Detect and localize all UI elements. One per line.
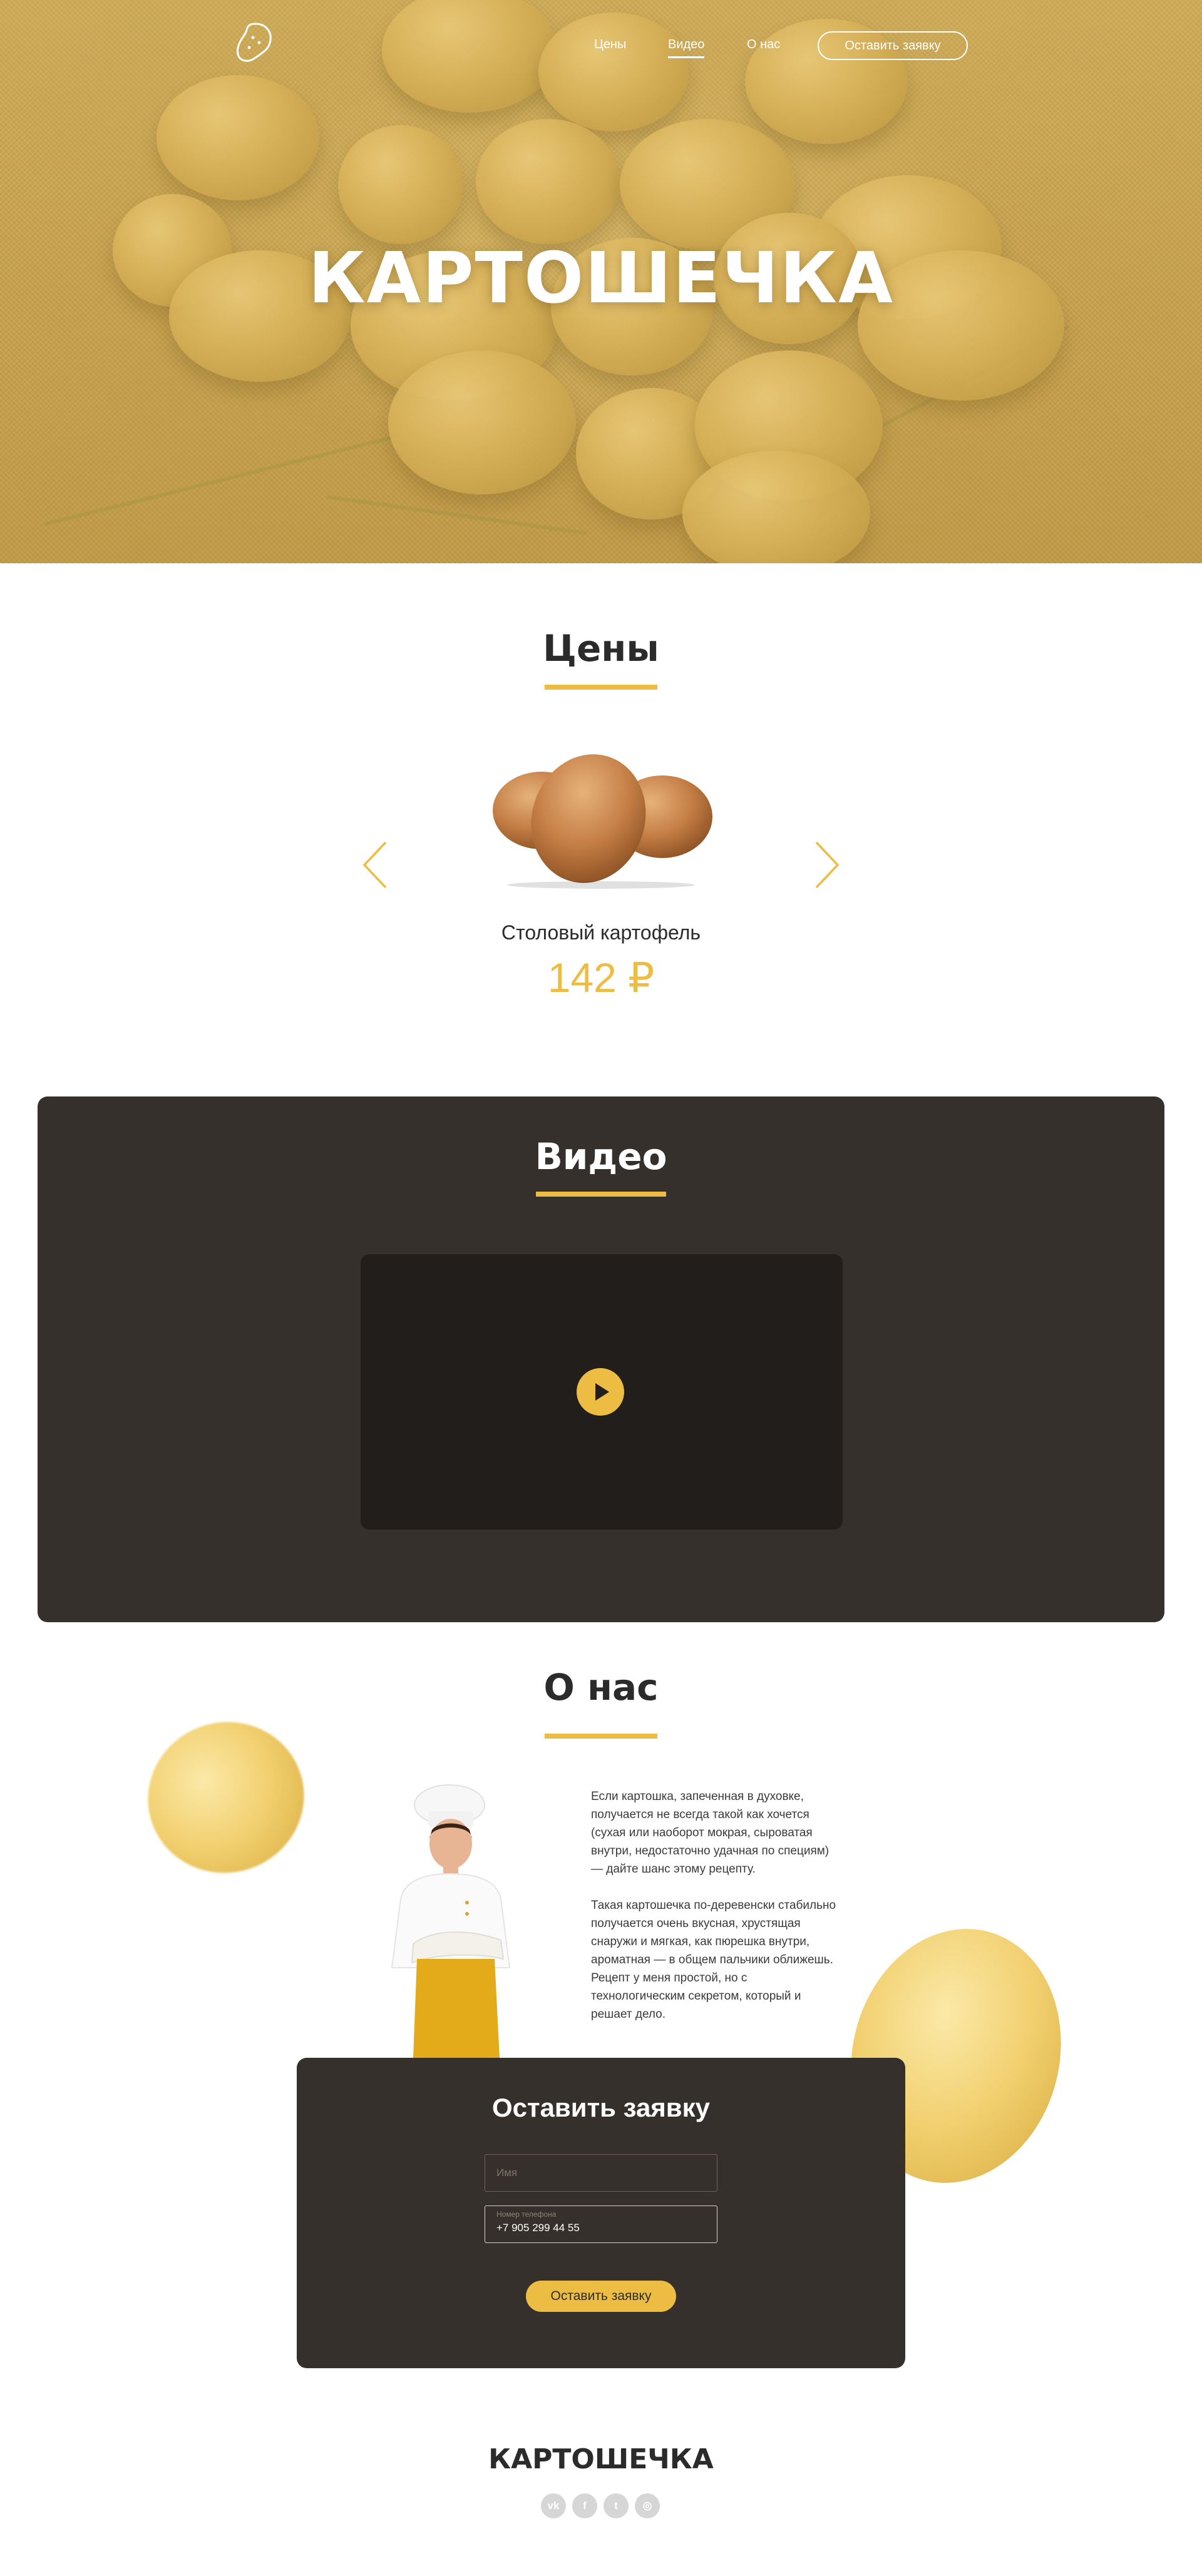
submit-request-button[interactable]: Оставить заявку (526, 2281, 676, 2312)
video-section: Видео (38, 1096, 1164, 1622)
nav-link-video[interactable]: Видео (668, 38, 705, 58)
instagram-icon-glyph: ◎ (642, 2500, 652, 2512)
product-name: Столовый картофель (501, 921, 701, 944)
name-input[interactable] (496, 2155, 709, 2191)
video-title-underline (536, 1192, 666, 1197)
product-price: 142 ₽ (547, 954, 655, 1001)
name-field[interactable] (485, 2154, 717, 2192)
about-title: О нас (543, 1666, 659, 1709)
hero-section: Цены Видео О нас Оставить заявку КАРТОШЕ… (0, 0, 1202, 563)
request-form-card: Оставить заявку Номер телефона Оставить … (297, 2058, 905, 2368)
play-icon[interactable] (577, 1368, 624, 1416)
vk-icon[interactable]: vk (541, 2493, 566, 2518)
main-nav: Цены Видео О нас Оставить заявку (0, 31, 1202, 60)
phone-input[interactable] (496, 2214, 709, 2242)
chevron-left-icon[interactable] (361, 840, 388, 890)
phone-field[interactable]: Номер телефона (485, 2205, 717, 2243)
form-title: Оставить заявку (491, 2093, 711, 2122)
chef-image (391, 1784, 511, 2058)
chevron-right-icon[interactable] (814, 840, 841, 890)
nav-link-prices[interactable]: Цены (594, 38, 626, 52)
prices-title: Цены (543, 627, 659, 670)
about-paragraph: Если картошка, запеченная в духовке, пол… (591, 1790, 830, 1876)
twitter-icon[interactable]: t (604, 2493, 629, 2518)
potato-product-image (493, 754, 712, 889)
floating-potato-image (128, 1702, 324, 1893)
hero-title: КАРТОШЕЧКА (308, 238, 894, 319)
footer-logo[interactable]: КАРТОШЕЧКА (0, 2443, 1202, 2475)
nav-link-about[interactable]: О нас (747, 38, 780, 52)
about-title-underline (545, 1734, 657, 1739)
vk-icon-glyph: vk (547, 2500, 560, 2512)
instagram-icon[interactable]: ◎ (635, 2493, 660, 2518)
video-title: Видео (535, 1135, 667, 1178)
video-player[interactable] (361, 1254, 843, 1530)
header-request-button[interactable]: Оставить заявку (818, 31, 968, 60)
twitter-icon-glyph: t (614, 2500, 618, 2512)
about-paragraph: Такая картошечка по-деревенски стабильно… (591, 1899, 836, 2021)
prices-title-underline (545, 685, 657, 690)
facebook-icon-glyph: f (583, 2500, 587, 2512)
facebook-icon[interactable]: f (572, 2493, 597, 2518)
